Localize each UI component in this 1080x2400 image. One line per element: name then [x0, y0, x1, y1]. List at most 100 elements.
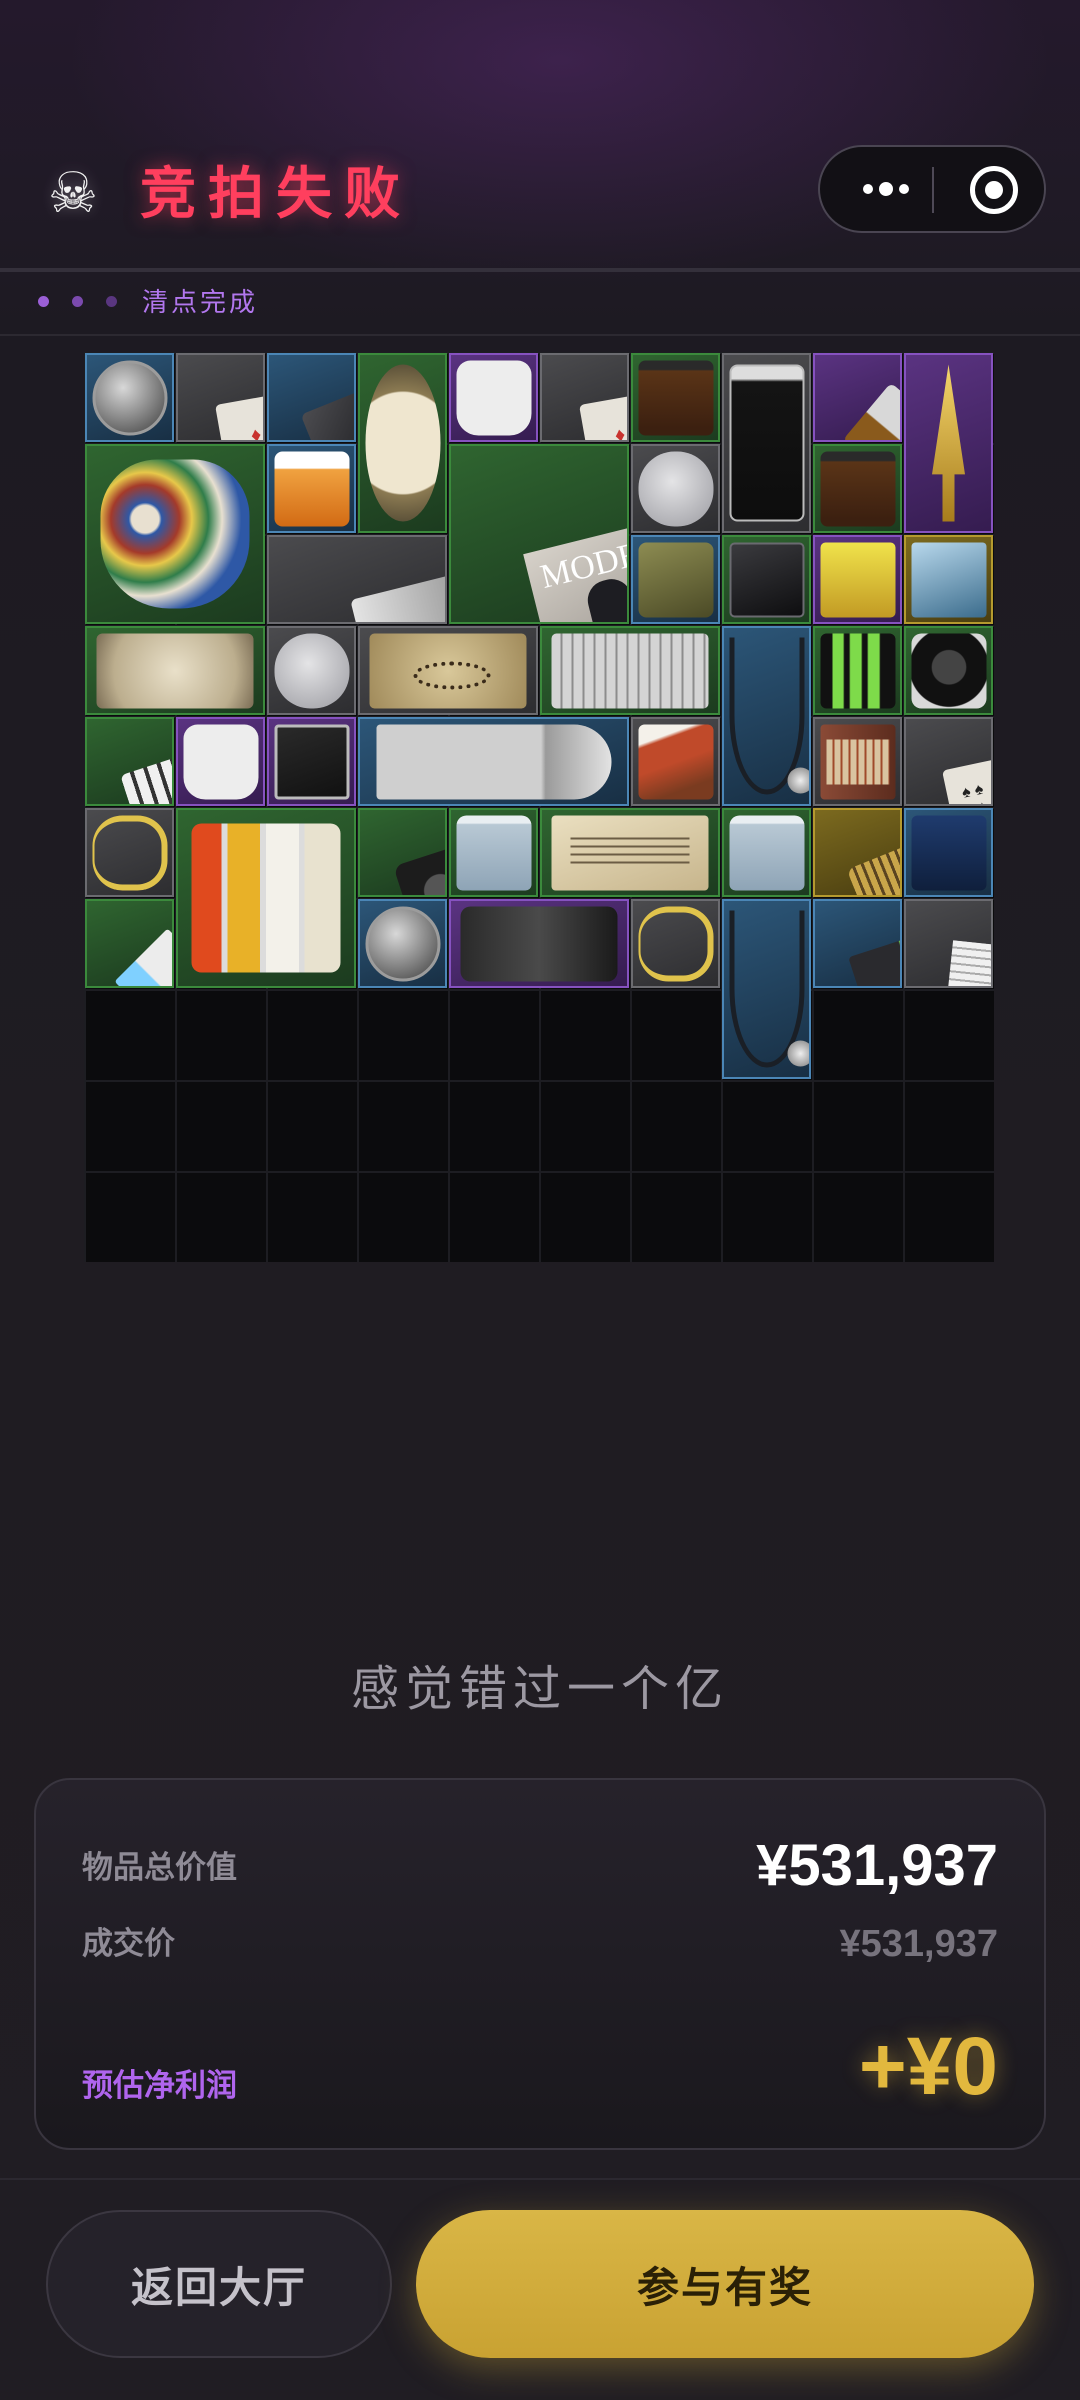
- inventory-item-cryptex[interactable]: [813, 808, 902, 897]
- inventory-item-rope[interactable]: [631, 899, 720, 988]
- rope-icon: [638, 906, 713, 981]
- join-reward-button[interactable]: 参与有奖: [416, 2210, 1034, 2358]
- document-icon: [551, 815, 709, 890]
- inventory-item-knife[interactable]: [813, 353, 902, 442]
- ceramic-pot-icon: [100, 459, 250, 609]
- inventory-item-coffee-jar[interactable]: [813, 444, 902, 533]
- status-dot: [106, 296, 117, 307]
- inventory-item-playing-card[interactable]: [176, 353, 265, 442]
- cryptex-icon: [846, 841, 900, 895]
- inventory-item-magazine[interactable]: [449, 444, 629, 624]
- gold-trophy-icon: [932, 364, 965, 522]
- inventory-item-pressure-gauge[interactable]: [358, 353, 447, 533]
- page-title: 竞拍失败: [140, 162, 412, 225]
- bottom-divider: [0, 2178, 1080, 2180]
- computer-mouse-icon: [274, 633, 349, 708]
- paper-stack-icon: [944, 939, 991, 986]
- inventory-item-hard-drive[interactable]: [722, 535, 811, 624]
- phone-icon: [300, 386, 354, 440]
- inventory-item-stethoscope[interactable]: [722, 626, 811, 806]
- profit-value: +¥0: [858, 2021, 998, 2112]
- magazine-icon: [523, 518, 627, 622]
- treasure-map-icon: [369, 633, 527, 708]
- knife-icon: [842, 382, 900, 440]
- inventory-item-computer-mouse[interactable]: [267, 626, 356, 715]
- return-lobby-button[interactable]: 返回大厅: [46, 2210, 392, 2358]
- tagline: 感觉错过一个亿: [350, 1663, 729, 1716]
- inventory-item-phone[interactable]: [267, 353, 356, 442]
- profit-label: 预估净利润: [82, 2068, 237, 2103]
- water-bottle-icon: [729, 815, 804, 890]
- inventory-item-gold-trophy[interactable]: [904, 353, 993, 533]
- inventory-item-paper-stack[interactable]: [904, 899, 993, 988]
- inventory-item-utility-knife[interactable]: [267, 535, 447, 624]
- inventory-item-usb-drive[interactable]: [813, 899, 902, 988]
- inventory-item-power-strip[interactable]: [85, 717, 174, 806]
- coffee-bag-icon: [911, 815, 986, 890]
- inventory-item-battery-pack[interactable]: [813, 626, 902, 715]
- inventory-item-coffee-jar[interactable]: [631, 353, 720, 442]
- inventory-item-rope[interactable]: [85, 808, 174, 897]
- skull-icon: ☠: [47, 161, 99, 224]
- water-bottle-icon: [456, 815, 531, 890]
- machete-icon: [376, 724, 611, 799]
- inventory-item-coffee-bag[interactable]: [904, 808, 993, 897]
- capsule-divider: [932, 167, 934, 213]
- inventory-item-playing-card[interactable]: [904, 717, 993, 806]
- inventory-item-keyboard[interactable]: [540, 626, 720, 715]
- stethoscope-icon: [729, 637, 809, 795]
- summary-card: 物品总价值 ¥531,937 成交价 ¥531,937 预估净利润 +¥0: [34, 1778, 1046, 2150]
- inventory-item-charging-dock[interactable]: [904, 626, 993, 715]
- inventory-item-crystal-award[interactable]: [904, 535, 993, 624]
- inventory-item-ceramic-pot[interactable]: [85, 444, 265, 624]
- inventory-item-machete[interactable]: [358, 717, 629, 806]
- header: ☠ 竞拍失败: [0, 0, 1080, 270]
- inventory-item-energy-drink[interactable]: [813, 535, 902, 624]
- inventory-item-water-bottle[interactable]: [722, 808, 811, 897]
- sample-tube-icon: [729, 364, 804, 522]
- inventory-item-coin[interactable]: [85, 353, 174, 442]
- inventory-item-spice-rack[interactable]: [176, 808, 356, 988]
- crystal-award-icon: [911, 542, 986, 617]
- inventory-item-sample-tube[interactable]: [722, 353, 811, 533]
- energy-drink-icon: [820, 542, 895, 617]
- coin-icon: [365, 906, 440, 981]
- auction-result-screen: ☠ 竞拍失败 清点完成 感觉错过一个亿 物品总价值 ¥531,937 成交价 ¥…: [0, 0, 1080, 2400]
- status-dot: [38, 296, 49, 307]
- inventory-grid: [84, 352, 994, 1262]
- inventory-item-body-armor-vest[interactable]: [176, 717, 265, 806]
- body-armor-vest-icon: [456, 360, 531, 435]
- old-map-icon: [96, 633, 254, 708]
- more-dots-icon[interactable]: [844, 147, 928, 231]
- inventory-item-water-bottle[interactable]: [449, 808, 538, 897]
- inventory-item-circuit-board[interactable]: [267, 717, 356, 806]
- body-armor-vest-icon: [183, 724, 258, 799]
- inventory-item-computer-mouse[interactable]: [631, 444, 720, 533]
- inventory-item-coin[interactable]: [358, 899, 447, 988]
- inventory-item-wireless-charger[interactable]: [358, 808, 447, 897]
- inventory-item-matches[interactable]: [813, 717, 902, 806]
- flashlight-icon: [460, 906, 618, 981]
- inventory-item-ration-tin[interactable]: [631, 535, 720, 624]
- inventory-item-ration-pack[interactable]: [631, 717, 720, 806]
- target-close-icon[interactable]: [970, 166, 1018, 214]
- inventory-item-treasure-map[interactable]: [358, 626, 538, 715]
- inventory-item-syringe[interactable]: [85, 899, 174, 988]
- deal-price: ¥531,937: [839, 1923, 999, 1965]
- mini-program-capsule: [818, 145, 1046, 233]
- inventory-item-document[interactable]: [540, 808, 720, 897]
- inventory-item-stethoscope[interactable]: [722, 899, 811, 1079]
- wireless-charger-icon: [392, 842, 445, 895]
- computer-mouse-icon: [638, 451, 713, 526]
- syringe-icon: [113, 927, 172, 986]
- inventory-item-flashlight[interactable]: [449, 899, 629, 988]
- inventory-item-playing-card[interactable]: [540, 353, 629, 442]
- total-value: ¥531,937: [756, 1833, 998, 1898]
- inventory-item-pill-bottle[interactable]: [267, 444, 356, 533]
- keyboard-icon: [551, 633, 709, 708]
- battery-pack-icon: [820, 633, 895, 708]
- inventory-item-body-armor-vest[interactable]: [449, 353, 538, 442]
- inventory-item-old-map[interactable]: [85, 626, 265, 715]
- status-divider: [0, 334, 1080, 336]
- charging-dock-icon: [911, 633, 986, 708]
